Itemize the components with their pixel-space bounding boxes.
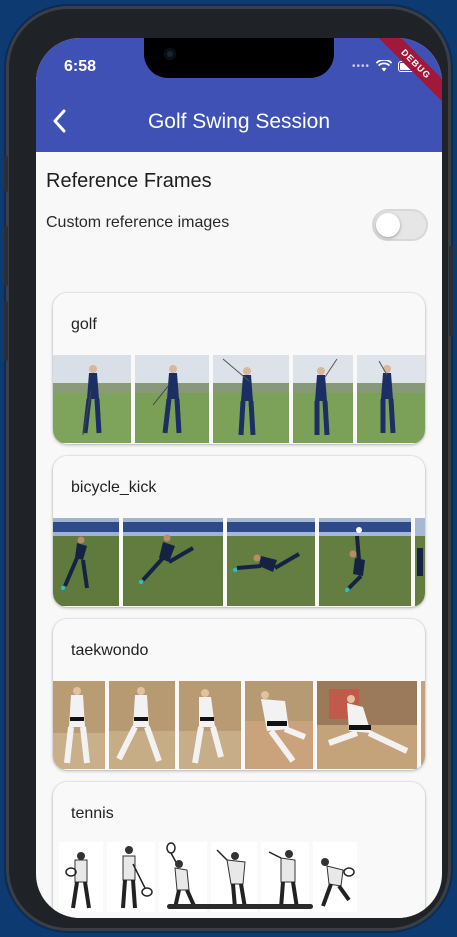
dynamic-notch <box>144 38 334 78</box>
taekwondo-frame <box>179 681 241 769</box>
main-content: Reference Frames Custom reference images… <box>36 152 442 918</box>
reference-card-taekwondo[interactable]: taekwondo <box>53 619 425 770</box>
toggle-knob <box>376 213 400 237</box>
home-indicator[interactable] <box>167 904 313 909</box>
card-title: taekwondo <box>71 642 149 659</box>
tennis-frame <box>107 842 155 912</box>
taekwondo-frame <box>421 681 425 769</box>
tennis-frame <box>59 842 103 912</box>
golf-swing-frame <box>53 355 131 443</box>
frame-strip <box>53 355 425 443</box>
taekwondo-frame <box>317 681 417 769</box>
taekwondo-frame <box>53 681 105 769</box>
reference-card-tennis[interactable]: tennis <box>53 782 425 918</box>
bicycle-kick-frame <box>123 518 223 606</box>
tennis-frame <box>159 842 207 912</box>
signal-icon: •••• <box>351 60 370 72</box>
status-time: 6:58 <box>64 58 97 75</box>
card-title: tennis <box>71 805 114 822</box>
taekwondo-frame <box>245 681 313 769</box>
bicycle-kick-frame <box>415 518 425 606</box>
power-button <box>449 246 453 336</box>
app-screen: 6:58 •••• DEBUG Golf Swing Session Refer… <box>36 38 442 918</box>
silent-switch <box>4 156 8 192</box>
frame-strip <box>53 681 425 769</box>
frame-strip <box>53 518 425 606</box>
taekwondo-frame <box>109 681 175 769</box>
reference-card-golf[interactable]: golf <box>53 293 425 444</box>
page-title: Golf Swing Session <box>147 110 331 133</box>
reference-card-bicycle-kick[interactable]: bicycle_kick <box>53 456 425 607</box>
custom-images-label: Custom reference images <box>46 214 230 231</box>
volume-up-button <box>4 226 8 286</box>
bicycle-kick-frame <box>53 518 119 606</box>
wifi-icon <box>376 60 392 72</box>
custom-images-toggle[interactable] <box>372 209 428 241</box>
golf-swing-frame <box>213 355 289 443</box>
phone-frame: 6:58 •••• DEBUG Golf Swing Session Refer… <box>4 6 453 931</box>
bicycle-kick-frame <box>319 518 411 606</box>
tennis-frame <box>313 842 357 912</box>
golf-swing-frame <box>293 355 353 443</box>
bicycle-kick-frame <box>227 518 315 606</box>
tennis-frame <box>261 842 309 912</box>
section-title: Reference Frames <box>46 170 212 192</box>
golf-swing-frame <box>135 355 209 443</box>
tennis-frame <box>211 842 257 912</box>
card-title: bicycle_kick <box>71 479 157 496</box>
card-title: golf <box>71 316 97 333</box>
debug-banner: DEBUG <box>367 38 442 113</box>
volume-down-button <box>4 301 8 361</box>
camera-icon <box>164 48 176 60</box>
golf-swing-frame <box>357 355 425 443</box>
app-bar: 6:58 •••• DEBUG Golf Swing Session <box>36 38 442 152</box>
